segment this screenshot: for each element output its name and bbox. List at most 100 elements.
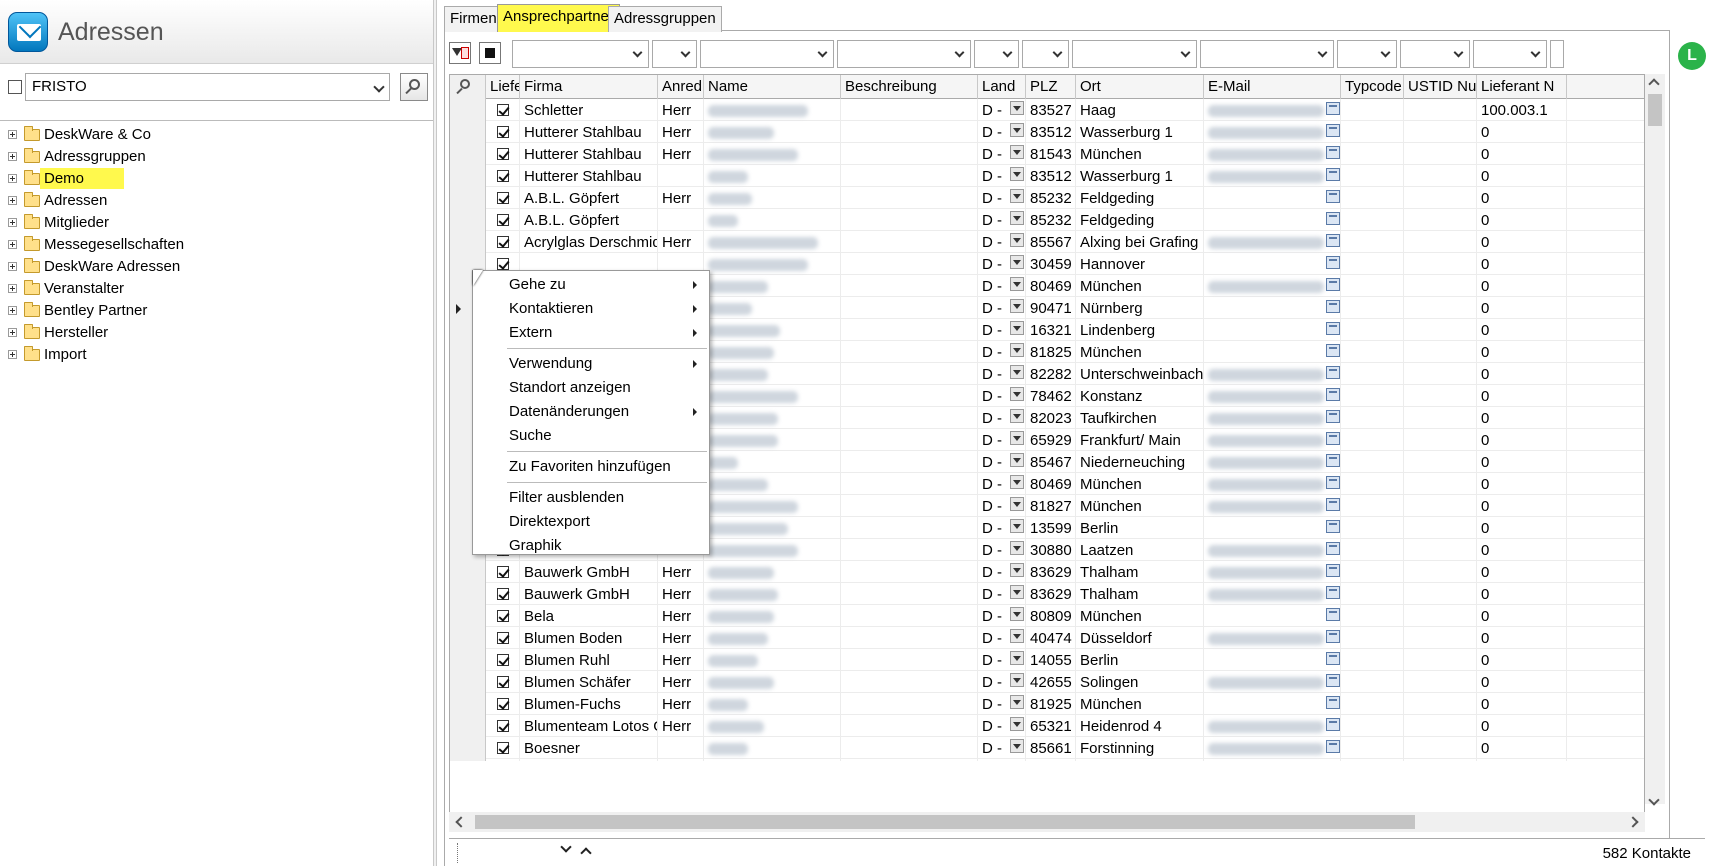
cell-ort[interactable]: Berlin <box>1076 649 1204 673</box>
dropdown-icon[interactable] <box>1010 145 1024 159</box>
cell-land[interactable]: D - <box>978 671 1026 695</box>
mail-icon[interactable] <box>1326 322 1340 335</box>
cell-typcode[interactable] <box>1341 231 1404 255</box>
cell-email[interactable] <box>1204 715 1341 739</box>
scroll-left-icon[interactable] <box>455 816 467 828</box>
chevron-down-icon[interactable] <box>1002 47 1013 58</box>
cell-plz[interactable]: 83527 <box>1026 99 1076 123</box>
tree-item[interactable]: Import <box>6 344 426 366</box>
cell-lieferant[interactable]: 0 <box>1477 187 1567 211</box>
cell-typcode[interactable] <box>1341 99 1404 123</box>
table-row[interactable]: A.B.L. Göpfert Herr D - 85232 Feldgeding 0 <box>450 187 1644 211</box>
search-checkbox[interactable] <box>8 80 22 94</box>
dropdown-icon[interactable] <box>1010 277 1024 291</box>
dropdown-icon[interactable] <box>1010 739 1024 753</box>
cell-email[interactable] <box>1204 165 1341 189</box>
cell-land[interactable]: D - <box>978 319 1026 343</box>
chevron-down-icon[interactable] <box>1317 47 1328 58</box>
cell-ort[interactable]: Wasserburg 1 <box>1076 121 1204 145</box>
cell-name[interactable] <box>704 99 841 123</box>
cell-land[interactable]: D - <box>978 605 1026 629</box>
cell-name[interactable] <box>704 627 841 651</box>
scroll-right-icon[interactable] <box>1627 816 1639 828</box>
cell-name[interactable] <box>704 297 841 321</box>
column-header[interactable]: PLZ <box>1026 75 1076 99</box>
mail-icon[interactable] <box>1326 234 1340 247</box>
chevron-down-icon[interactable] <box>373 81 385 93</box>
table-row[interactable]: Blumenteam Lotos G Herr D - 65321 Heidenrod … <box>450 715 1644 739</box>
cell-firma[interactable]: Schletter <box>520 99 658 123</box>
menu-item[interactable]: Graphik <box>473 534 709 558</box>
cell-typcode[interactable] <box>1341 495 1404 519</box>
cell-name[interactable] <box>704 693 841 717</box>
table-row[interactable]: Bela Herr D - 80809 München 0 <box>450 605 1644 629</box>
tree-item[interactable]: DeskWare Adressen <box>6 256 426 278</box>
cell-beschreibung[interactable] <box>841 165 978 189</box>
cell-plz[interactable]: 85232 <box>1026 187 1076 211</box>
mail-icon[interactable] <box>1326 388 1340 401</box>
scroll-thumb[interactable] <box>1648 94 1662 126</box>
cell-firma[interactable]: A.B.L. Göpfert <box>520 187 658 211</box>
cell-lieferant[interactable]: 0 <box>1477 275 1567 299</box>
column-header[interactable]: Liefe <box>486 75 520 99</box>
cell-land[interactable]: D - <box>978 363 1026 387</box>
table-row[interactable]: Blumen Ruhl Herr D - 14055 Berlin 0 <box>450 649 1644 673</box>
cell-firma[interactable]: Blumenteam Lotos G <box>520 715 658 739</box>
dropdown-icon[interactable] <box>1010 563 1024 577</box>
cell-firma[interactable]: Bela <box>520 605 658 629</box>
filter-anrede[interactable] <box>652 40 697 68</box>
cell-lieferant[interactable]: 0 <box>1477 363 1567 387</box>
cell-beschreibung[interactable] <box>841 715 978 739</box>
dropdown-icon[interactable] <box>1010 651 1024 665</box>
mail-icon[interactable] <box>1326 410 1340 423</box>
checkbox-checked-icon[interactable] <box>497 742 509 754</box>
cell-email[interactable] <box>1204 341 1341 365</box>
cell-firma[interactable]: Hutterer Stahlbau <box>520 121 658 145</box>
cell-ustid[interactable] <box>1404 187 1477 211</box>
checkbox-checked-icon[interactable] <box>497 236 509 248</box>
cell-ort[interactable]: Niederneuching <box>1076 451 1204 475</box>
filter-ustid[interactable] <box>1400 40 1470 68</box>
cell-liefe[interactable] <box>486 649 520 673</box>
cell-name[interactable] <box>704 319 841 343</box>
search-button[interactable] <box>400 73 428 101</box>
menu-item[interactable]: Verwendung <box>473 352 709 376</box>
mail-icon[interactable] <box>1326 718 1340 731</box>
cell-lieferant[interactable]: 0 <box>1477 209 1567 233</box>
cell-land[interactable]: D - <box>978 627 1026 651</box>
cell-ustid[interactable] <box>1404 121 1477 145</box>
expand-icon[interactable] <box>8 240 17 249</box>
cell-name[interactable] <box>704 451 841 475</box>
cell-ustid[interactable] <box>1404 583 1477 607</box>
checkbox-checked-icon[interactable] <box>497 676 509 688</box>
cell-ort[interactable]: Hannover <box>1076 253 1204 277</box>
cell-ustid[interactable] <box>1404 385 1477 409</box>
table-row[interactable]: Hutterer Stahlbau D - 83512 Wasserburg 1 0 <box>450 165 1644 189</box>
row-selector[interactable] <box>450 99 486 123</box>
tab-1[interactable]: Ansprechpartner <box>497 4 620 32</box>
cell-typcode[interactable] <box>1341 319 1404 343</box>
chevron-down-icon[interactable] <box>560 841 572 853</box>
cell-liefe[interactable] <box>486 627 520 651</box>
cell-lieferant[interactable]: 0 <box>1477 429 1567 453</box>
row-selector[interactable] <box>450 605 486 629</box>
cell-ustid[interactable] <box>1404 605 1477 629</box>
cell-typcode[interactable] <box>1341 517 1404 541</box>
cell-plz[interactable]: 30880 <box>1026 539 1076 563</box>
cell-ustid[interactable] <box>1404 407 1477 431</box>
cell-anrede[interactable]: Herr <box>658 605 704 629</box>
cell-liefe[interactable] <box>486 209 520 233</box>
dropdown-icon[interactable] <box>1010 387 1024 401</box>
cell-typcode[interactable] <box>1341 341 1404 365</box>
tab-0[interactable]: Firmen <box>444 6 503 32</box>
cell-beschreibung[interactable] <box>841 143 978 167</box>
mail-icon[interactable] <box>1326 674 1340 687</box>
cell-email[interactable] <box>1204 143 1341 167</box>
mail-icon[interactable] <box>1326 454 1340 467</box>
cell-lieferant[interactable]: 0 <box>1477 473 1567 497</box>
cell-land[interactable]: D - <box>978 429 1026 453</box>
chevron-down-icon[interactable] <box>954 47 965 58</box>
cell-ustid[interactable] <box>1404 561 1477 585</box>
cell-name[interactable] <box>704 121 841 145</box>
cell-email[interactable] <box>1204 693 1341 717</box>
